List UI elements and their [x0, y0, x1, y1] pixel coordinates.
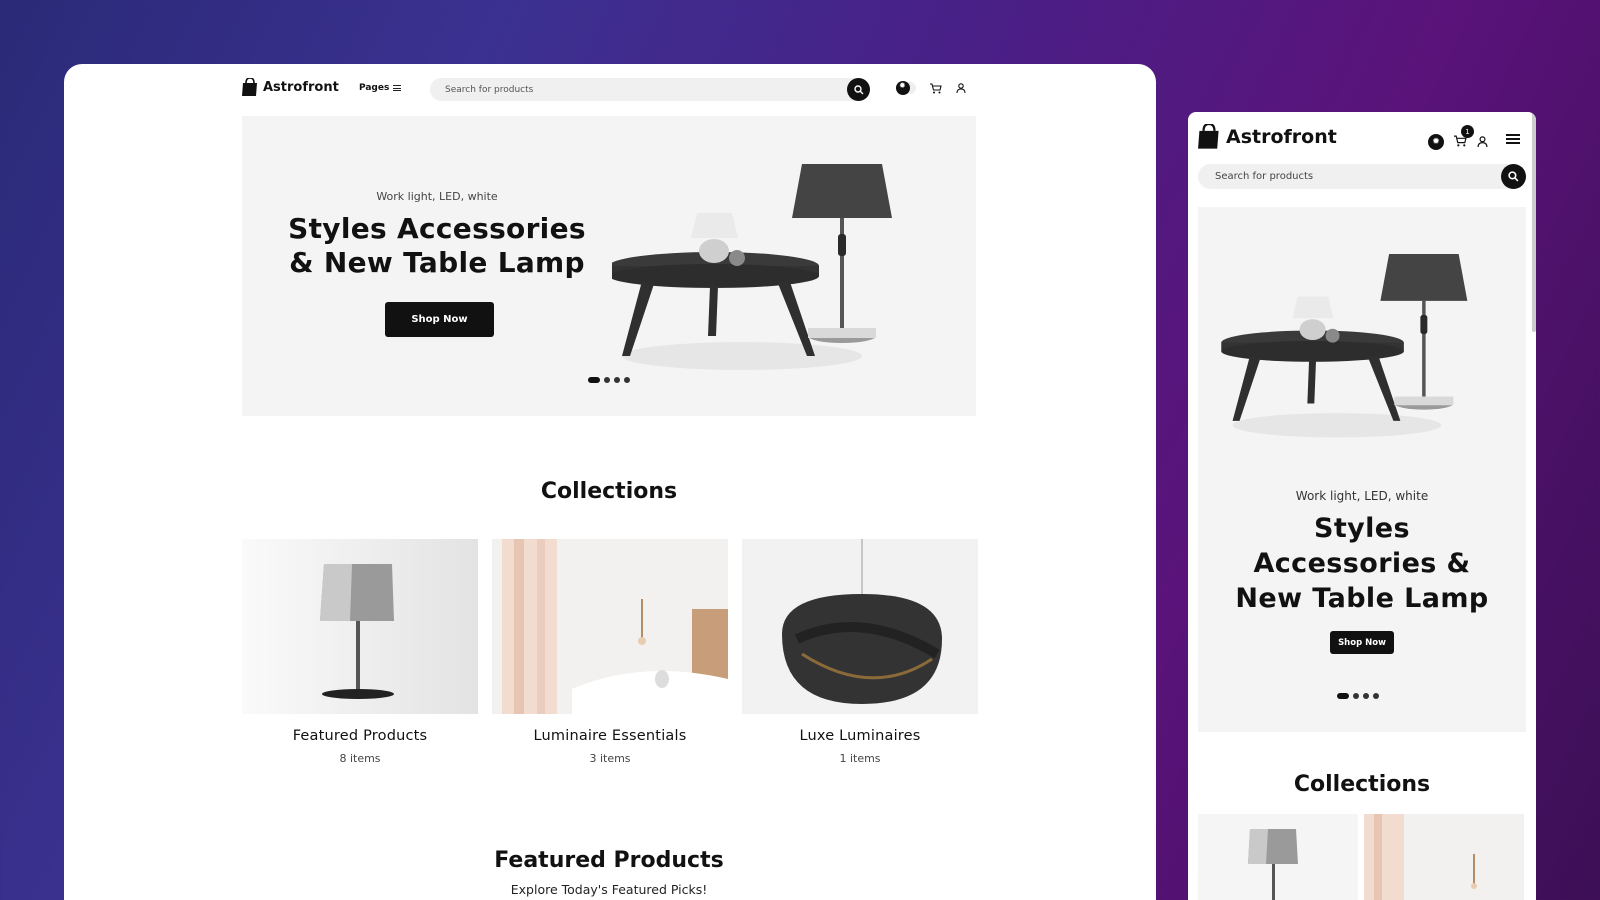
- search-input[interactable]: Search for products: [430, 78, 870, 101]
- carousel-dots: [588, 377, 630, 383]
- pendant-lamp-image: [742, 539, 978, 714]
- collection-card[interactable]: [1364, 814, 1524, 900]
- hero-product-image: [1221, 253, 1468, 438]
- collection-name: Featured Products: [292, 728, 428, 744]
- brand-name: Astrofront: [263, 80, 339, 95]
- mobile-search-input[interactable]: Search for products: [1198, 164, 1526, 189]
- carousel-dot[interactable]: [1337, 693, 1349, 699]
- cart-button[interactable]: 1: [1454, 125, 1474, 151]
- featured-products-subtitle: Explore Today's Featured Picks!: [510, 882, 708, 897]
- hero-title: Styles Accessories & New Table Lamp: [1235, 513, 1489, 614]
- bedroom-lamp-image: [1364, 814, 1524, 900]
- collection-image: [742, 539, 978, 714]
- featured-products-title: Featured Products: [494, 848, 724, 873]
- header: Astrofront Pages Search for products: [242, 64, 976, 114]
- header-actions: [896, 81, 966, 95]
- table-lamp-image: [1198, 814, 1358, 900]
- search-icon: [853, 84, 863, 94]
- shop-now-button[interactable]: Shop Now: [385, 302, 494, 337]
- user-icon[interactable]: [1477, 136, 1488, 147]
- collection-card[interactable]: Luxe Luminaires 1 items: [742, 539, 978, 765]
- mobile-hero-banner: Work light, LED, white Styles Accessorie…: [1198, 207, 1526, 732]
- carousel-dot[interactable]: [1363, 693, 1369, 699]
- mobile-window: Astrofront ✹ 1 Search for products Work …: [1188, 112, 1536, 900]
- brand-logo[interactable]: Astrofront: [242, 78, 339, 97]
- collection-card[interactable]: Featured Products 8 items: [242, 539, 478, 765]
- collection-image: [492, 539, 728, 714]
- cart-icon[interactable]: [930, 82, 942, 94]
- theme-toggle-icon[interactable]: ✹: [1428, 133, 1444, 150]
- collection-card[interactable]: Luminaire Essentials 3 items: [492, 539, 728, 765]
- search-placeholder: Search for products: [445, 84, 534, 95]
- hero-product-image: [612, 164, 892, 370]
- user-icon[interactable]: [956, 83, 966, 93]
- bag-logo-icon: [1198, 124, 1219, 149]
- carousel-dot[interactable]: [588, 377, 600, 383]
- menu-icon: [393, 85, 402, 91]
- collection-image: [242, 539, 478, 714]
- desktop-page: Astrofront Pages Search for products ✹ W…: [242, 64, 978, 897]
- search-placeholder: Search for products: [1215, 171, 1314, 182]
- hero-subtitle: Work light, LED, white: [1295, 489, 1429, 503]
- pages-menu[interactable]: Pages: [359, 83, 402, 93]
- search-button[interactable]: [1501, 164, 1526, 189]
- collection-card[interactable]: [1198, 814, 1358, 900]
- hamburger-icon[interactable]: [1506, 134, 1520, 144]
- hero-title: Styles Accessories & New Table Lamp: [288, 212, 586, 279]
- carousel-dot[interactable]: [614, 377, 620, 383]
- mobile-header-actions: ✹ 1: [1428, 125, 1488, 151]
- scrollbar[interactable]: [1532, 112, 1536, 332]
- search-button[interactable]: [847, 78, 870, 101]
- mobile-brand-logo[interactable]: Astrofront: [1198, 124, 1337, 150]
- shop-now-button[interactable]: Shop Now: [1330, 631, 1394, 654]
- table-lamp-image: [242, 539, 478, 714]
- collections-title: Collections: [540, 479, 678, 504]
- carousel-dots: [1337, 693, 1379, 699]
- bag-logo-icon: [242, 78, 257, 96]
- collection-count: 8 items: [339, 752, 381, 765]
- search-icon: [1508, 171, 1519, 182]
- theme-toggle-icon[interactable]: [896, 81, 916, 95]
- collection-name: Luminaire Essentials: [533, 728, 687, 744]
- carousel-dot[interactable]: [1373, 693, 1379, 699]
- collections-title: Collections: [1293, 772, 1431, 797]
- cart-count-badge: 1: [1461, 125, 1474, 138]
- collection-name: Luxe Luminaires: [799, 728, 921, 744]
- collection-count: 1 items: [839, 752, 881, 765]
- carousel-dot[interactable]: [624, 377, 630, 383]
- bedroom-lamp-image: [492, 539, 728, 714]
- pages-label: Pages: [359, 83, 390, 93]
- desktop-window: Astrofront Pages Search for products ✹ W…: [64, 64, 1156, 900]
- collection-count: 3 items: [589, 752, 631, 765]
- carousel-dot[interactable]: [604, 377, 610, 383]
- hero-subtitle: Work light, LED, white: [376, 190, 498, 203]
- hero-banner: Work light, LED, white Styles Accessorie…: [242, 116, 976, 416]
- carousel-dot[interactable]: [1353, 693, 1359, 699]
- brand-name: Astrofront: [1226, 126, 1337, 148]
